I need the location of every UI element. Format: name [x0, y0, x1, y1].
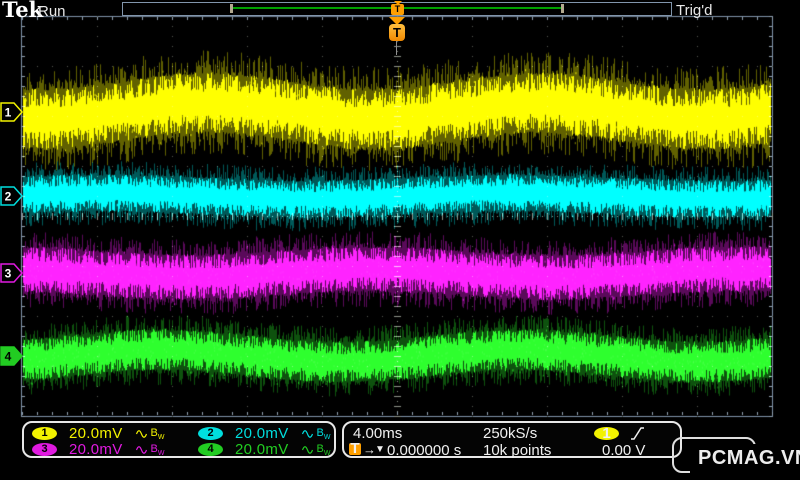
horizontal-scale: 4.00ms	[353, 425, 403, 442]
record-view-trigger-marker-icon: T	[391, 4, 404, 15]
svg-text:3: 3	[5, 267, 12, 281]
channel-1-badge: 1	[32, 427, 57, 440]
channel-2-marker: 2	[0, 186, 24, 206]
record-view-right-bracket	[561, 4, 564, 13]
ac-coupling-icon	[135, 429, 147, 438]
tek-logo: Tek	[2, 0, 44, 22]
arrow-down-icon: ▼	[375, 444, 385, 455]
ac-coupling-icon	[135, 445, 147, 454]
channel-3-readout: 3 20.0mV BW	[26, 441, 165, 458]
channel-3-badge: 3	[32, 443, 57, 456]
channel-3-scale: 20.0mV	[69, 441, 123, 458]
record-length: 10k points	[483, 442, 552, 459]
acquisition-status: Run	[38, 3, 66, 20]
trigger-position-marker-icon: T	[389, 24, 405, 41]
channel-4-readout: 4 20.0mV BW	[192, 441, 331, 458]
trigger-level: 0.00 V	[602, 442, 646, 459]
channel-readout-box: 1 20.0mV BW 2 20.0mV BW 3 20.0mV BW 4 20…	[22, 421, 336, 458]
trigger-position-stem	[396, 41, 397, 55]
channel-1-readout: 1 20.0mV BW	[26, 425, 165, 442]
channel-4-scale: 20.0mV	[235, 441, 289, 458]
horizontal-trigger-readout-box: 4.00ms 250kS/s 1 T → ▼ 0.000000 s 10k po…	[342, 421, 682, 459]
sample-rate: 250kS/s	[483, 425, 538, 442]
svg-text:2: 2	[5, 190, 12, 204]
trigger-delay-time: 0.000000 s	[387, 442, 462, 459]
channel-4-badge: 4	[198, 443, 223, 456]
channel-2-badge: 2	[198, 427, 223, 440]
channel-1-marker: 1	[0, 102, 24, 122]
svg-text:4: 4	[5, 350, 12, 364]
record-view-left-bracket	[230, 4, 233, 13]
bandwidth-limit-icon: BW	[316, 442, 331, 457]
channel-2-readout: 2 20.0mV BW	[192, 425, 331, 442]
ac-coupling-icon	[301, 429, 313, 438]
ac-coupling-icon	[301, 445, 313, 454]
trigger-status: Trig'd	[676, 2, 713, 19]
trigger-source-badge: 1	[594, 426, 619, 441]
channel-4-marker: 4	[0, 346, 24, 366]
record-view-bar: T	[122, 1, 672, 16]
channel-2-scale: 20.0mV	[235, 425, 289, 442]
watermark: PCMAG.VN	[690, 444, 800, 474]
channel-1-scale: 20.0mV	[69, 425, 123, 442]
rising-edge-icon	[631, 427, 644, 440]
channel-3-marker: 3	[0, 263, 24, 283]
bandwidth-limit-icon: BW	[150, 442, 165, 457]
trigger-delay-t-icon: T	[349, 440, 361, 457]
svg-text:1: 1	[5, 106, 12, 120]
bandwidth-limit-icon: BW	[316, 426, 331, 441]
waveform-display	[0, 0, 800, 480]
bandwidth-limit-icon: BW	[150, 426, 165, 441]
